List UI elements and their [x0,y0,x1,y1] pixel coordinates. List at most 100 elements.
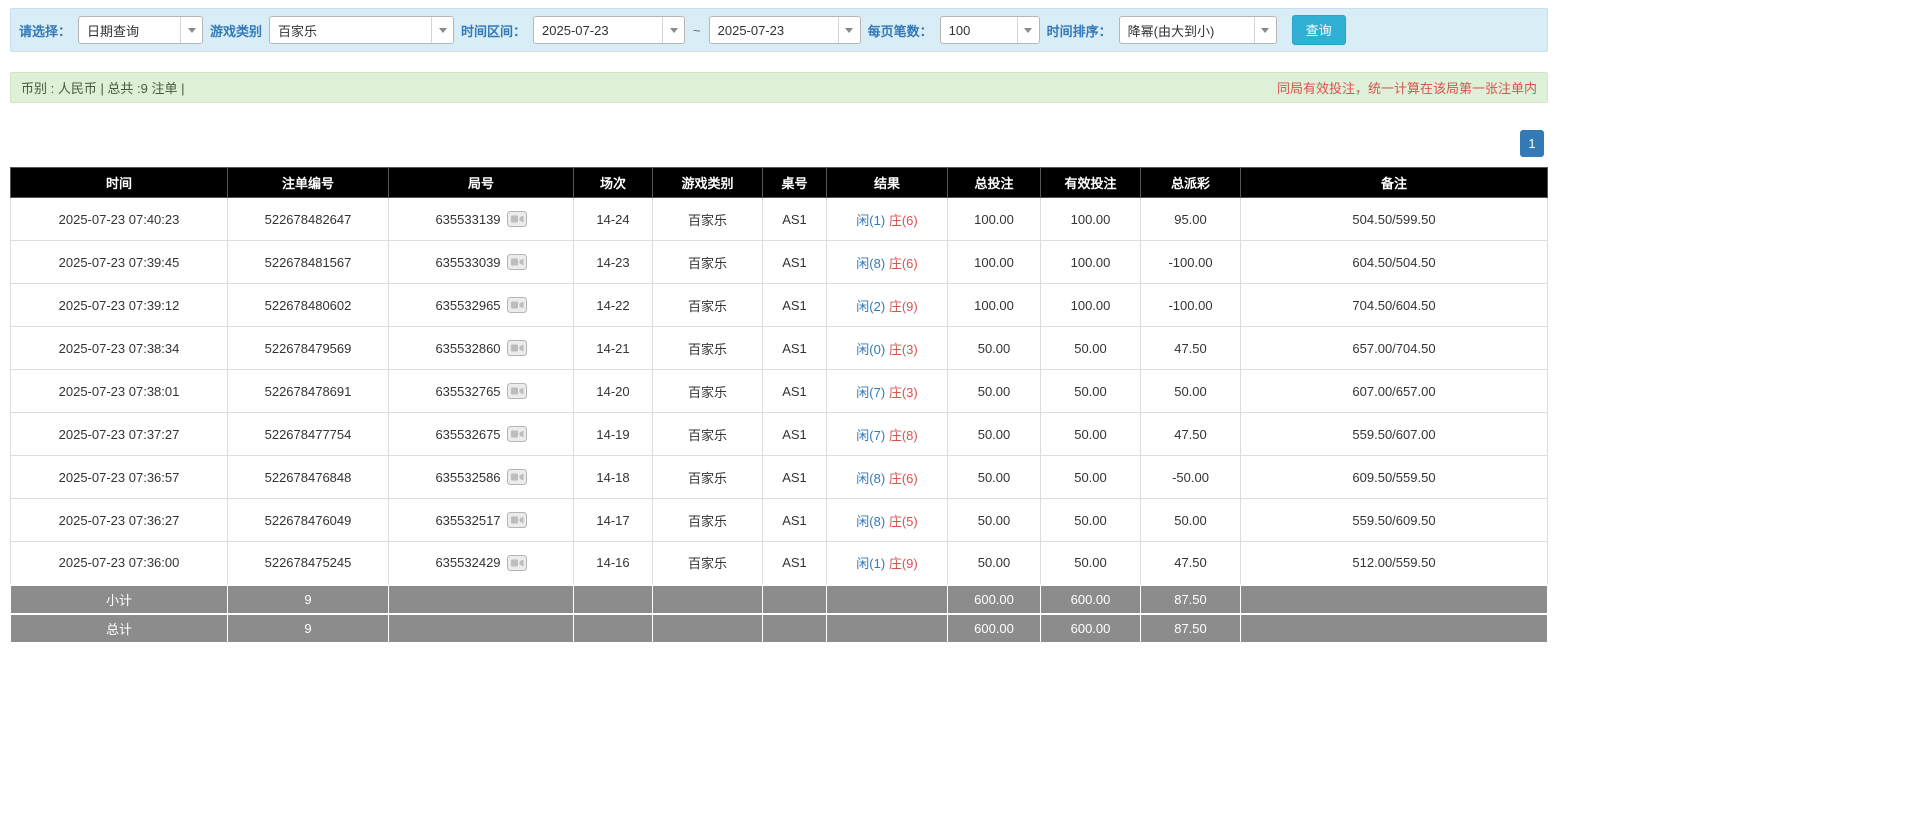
cell-session: 14-22 [573,283,653,327]
result-player: 闲(8) [856,255,886,271]
cell-round: 635532860 [388,326,574,370]
cell-total-bet[interactable]: 100.00 [947,240,1041,284]
game-type-dropdown[interactable]: 百家乐 [269,16,455,44]
round-number: 635533039 [435,254,501,270]
round-number: 635533139 [435,211,501,227]
table-row: 2025-07-23 07:36:57 522678476848 6355325… [10,455,1548,499]
round-number: 635532675 [435,426,501,442]
cell-remark: 512.00/559.50 [1240,541,1548,585]
cell-bet-id: 522678476848 [227,455,389,499]
cell-payout: 47.50 [1140,412,1241,456]
col-remark: 备注 [1240,167,1548,198]
cell-session: 14-17 [573,498,653,542]
video-replay-icon[interactable] [506,554,527,571]
table-row: 2025-07-23 07:38:34 522678479569 6355328… [10,326,1548,370]
cell-total-bet[interactable]: 100.00 [947,197,1041,241]
result-banker: 庄(3) [888,384,918,400]
cell-total-bet[interactable]: 50.00 [947,412,1041,456]
result-player: 闲(7) [856,384,886,400]
chevron-down-icon [662,17,685,43]
cell-bet-id: 522678480602 [227,283,389,327]
video-replay-icon[interactable] [506,383,527,399]
video-replay-icon[interactable] [506,469,527,485]
filter-bar: 请选择： 日期查询 游戏类别 百家乐 时间区间： 2025-07-23 ~ 20… [10,8,1548,52]
cell-valid-bet: 50.00 [1040,541,1141,585]
date-from-picker[interactable]: 2025-07-23 [533,16,686,44]
cell-remark: 559.50/607.00 [1240,412,1548,456]
cell-game: 百家乐 [652,197,763,241]
cell-game: 百家乐 [652,412,763,456]
cell-result: 闲(8) 庄(6) [826,455,948,499]
query-type-dropdown[interactable]: 日期查询 [78,16,204,44]
cell-table: AS1 [762,197,827,241]
cell-valid-bet: 50.00 [1040,498,1141,542]
table-body: 2025-07-23 07:40:23 522678482647 6355331… [10,197,1548,585]
video-replay-icon[interactable] [506,512,527,528]
time-sort-value: 降幂(由大到小) [1127,23,1215,39]
query-button[interactable]: 查询 [1291,15,1346,45]
col-result: 结果 [826,167,948,198]
result-player: 闲(1) [856,556,886,572]
cell-session: 14-18 [573,455,653,499]
cell-payout: 47.50 [1140,541,1241,585]
cell-total-bet[interactable]: 50.00 [947,326,1041,370]
cell-round: 635532517 [388,498,574,542]
cell-session: 14-23 [573,240,653,284]
page-container: 请选择： 日期查询 游戏类别 百家乐 时间区间： 2025-07-23 ~ 20… [10,8,1548,643]
round-number: 635532586 [435,469,501,485]
video-replay-icon[interactable] [506,254,527,270]
per-page-dropdown[interactable]: 100 [939,16,1040,44]
cell-table: AS1 [762,240,827,284]
subtotal-count: 9 [227,583,389,614]
result-banker: 庄(9) [888,298,918,314]
result-banker: 庄(6) [888,470,918,486]
col-payout: 总派彩 [1140,167,1241,198]
date-from-value: 2025-07-23 [542,22,609,38]
result-banker: 庄(9) [888,556,918,572]
cell-bet-id: 522678482647 [227,197,389,241]
video-replay-icon[interactable] [506,340,527,356]
cell-result: 闲(1) 庄(9) [826,541,948,585]
result-banker: 庄(5) [888,513,918,529]
page-1-button[interactable]: 1 [1520,130,1544,157]
cell-payout: 47.50 [1140,326,1241,370]
chevron-down-icon [1253,17,1276,43]
cell-total-bet[interactable]: 50.00 [947,498,1041,542]
video-replay-icon[interactable] [506,211,527,227]
cell-remark: 504.50/599.50 [1240,197,1548,241]
cell-session: 14-21 [573,326,653,370]
result-player: 闲(1) [856,212,886,228]
filter-perpage-label: 每页笔数： [867,23,933,39]
cell-time: 2025-07-23 07:36:57 [10,455,228,499]
cell-remark: 604.50/504.50 [1240,240,1548,284]
subtotal-row: 小计 9 600.00 600.00 87.50 [10,583,1548,614]
filter-sort-label: 时间排序： [1046,23,1112,39]
query-type-value: 日期查询 [87,23,140,39]
same-round-notice: 同局有效投注，统一计算在该局第一张注单内 [1276,81,1537,96]
table-footer: 小计 9 600.00 600.00 87.50 总计 9 600.00 600… [10,583,1548,643]
range-separator: ~ [693,22,701,38]
time-sort-dropdown[interactable]: 降幂(由大到小) [1118,16,1277,44]
cell-result: 闲(2) 庄(9) [826,283,948,327]
cell-remark: 559.50/609.50 [1240,498,1548,542]
grand-total-valid-bet: 600.00 [1040,612,1141,643]
video-replay-icon[interactable] [506,297,527,313]
cell-total-bet[interactable]: 50.00 [947,541,1041,585]
table-row: 2025-07-23 07:39:45 522678481567 6355330… [10,240,1548,284]
cell-total-bet[interactable]: 100.00 [947,283,1041,327]
col-time: 时间 [10,167,228,198]
col-game: 游戏类别 [652,167,763,198]
cell-round: 635532675 [388,412,574,456]
cell-total-bet[interactable]: 50.00 [947,455,1041,499]
cell-total-bet[interactable]: 50.00 [947,369,1041,413]
table-row: 2025-07-23 07:37:27 522678477754 6355326… [10,412,1548,456]
video-replay-icon[interactable] [506,426,527,442]
round-number: 635532517 [435,512,501,528]
date-to-picker[interactable]: 2025-07-23 [708,16,861,44]
cell-valid-bet: 50.00 [1040,455,1141,499]
cell-session: 14-24 [573,197,653,241]
round-number: 635532965 [435,297,501,313]
game-type-value: 百家乐 [278,23,318,39]
result-player: 闲(8) [856,513,886,529]
result-player: 闲(0) [856,341,886,357]
